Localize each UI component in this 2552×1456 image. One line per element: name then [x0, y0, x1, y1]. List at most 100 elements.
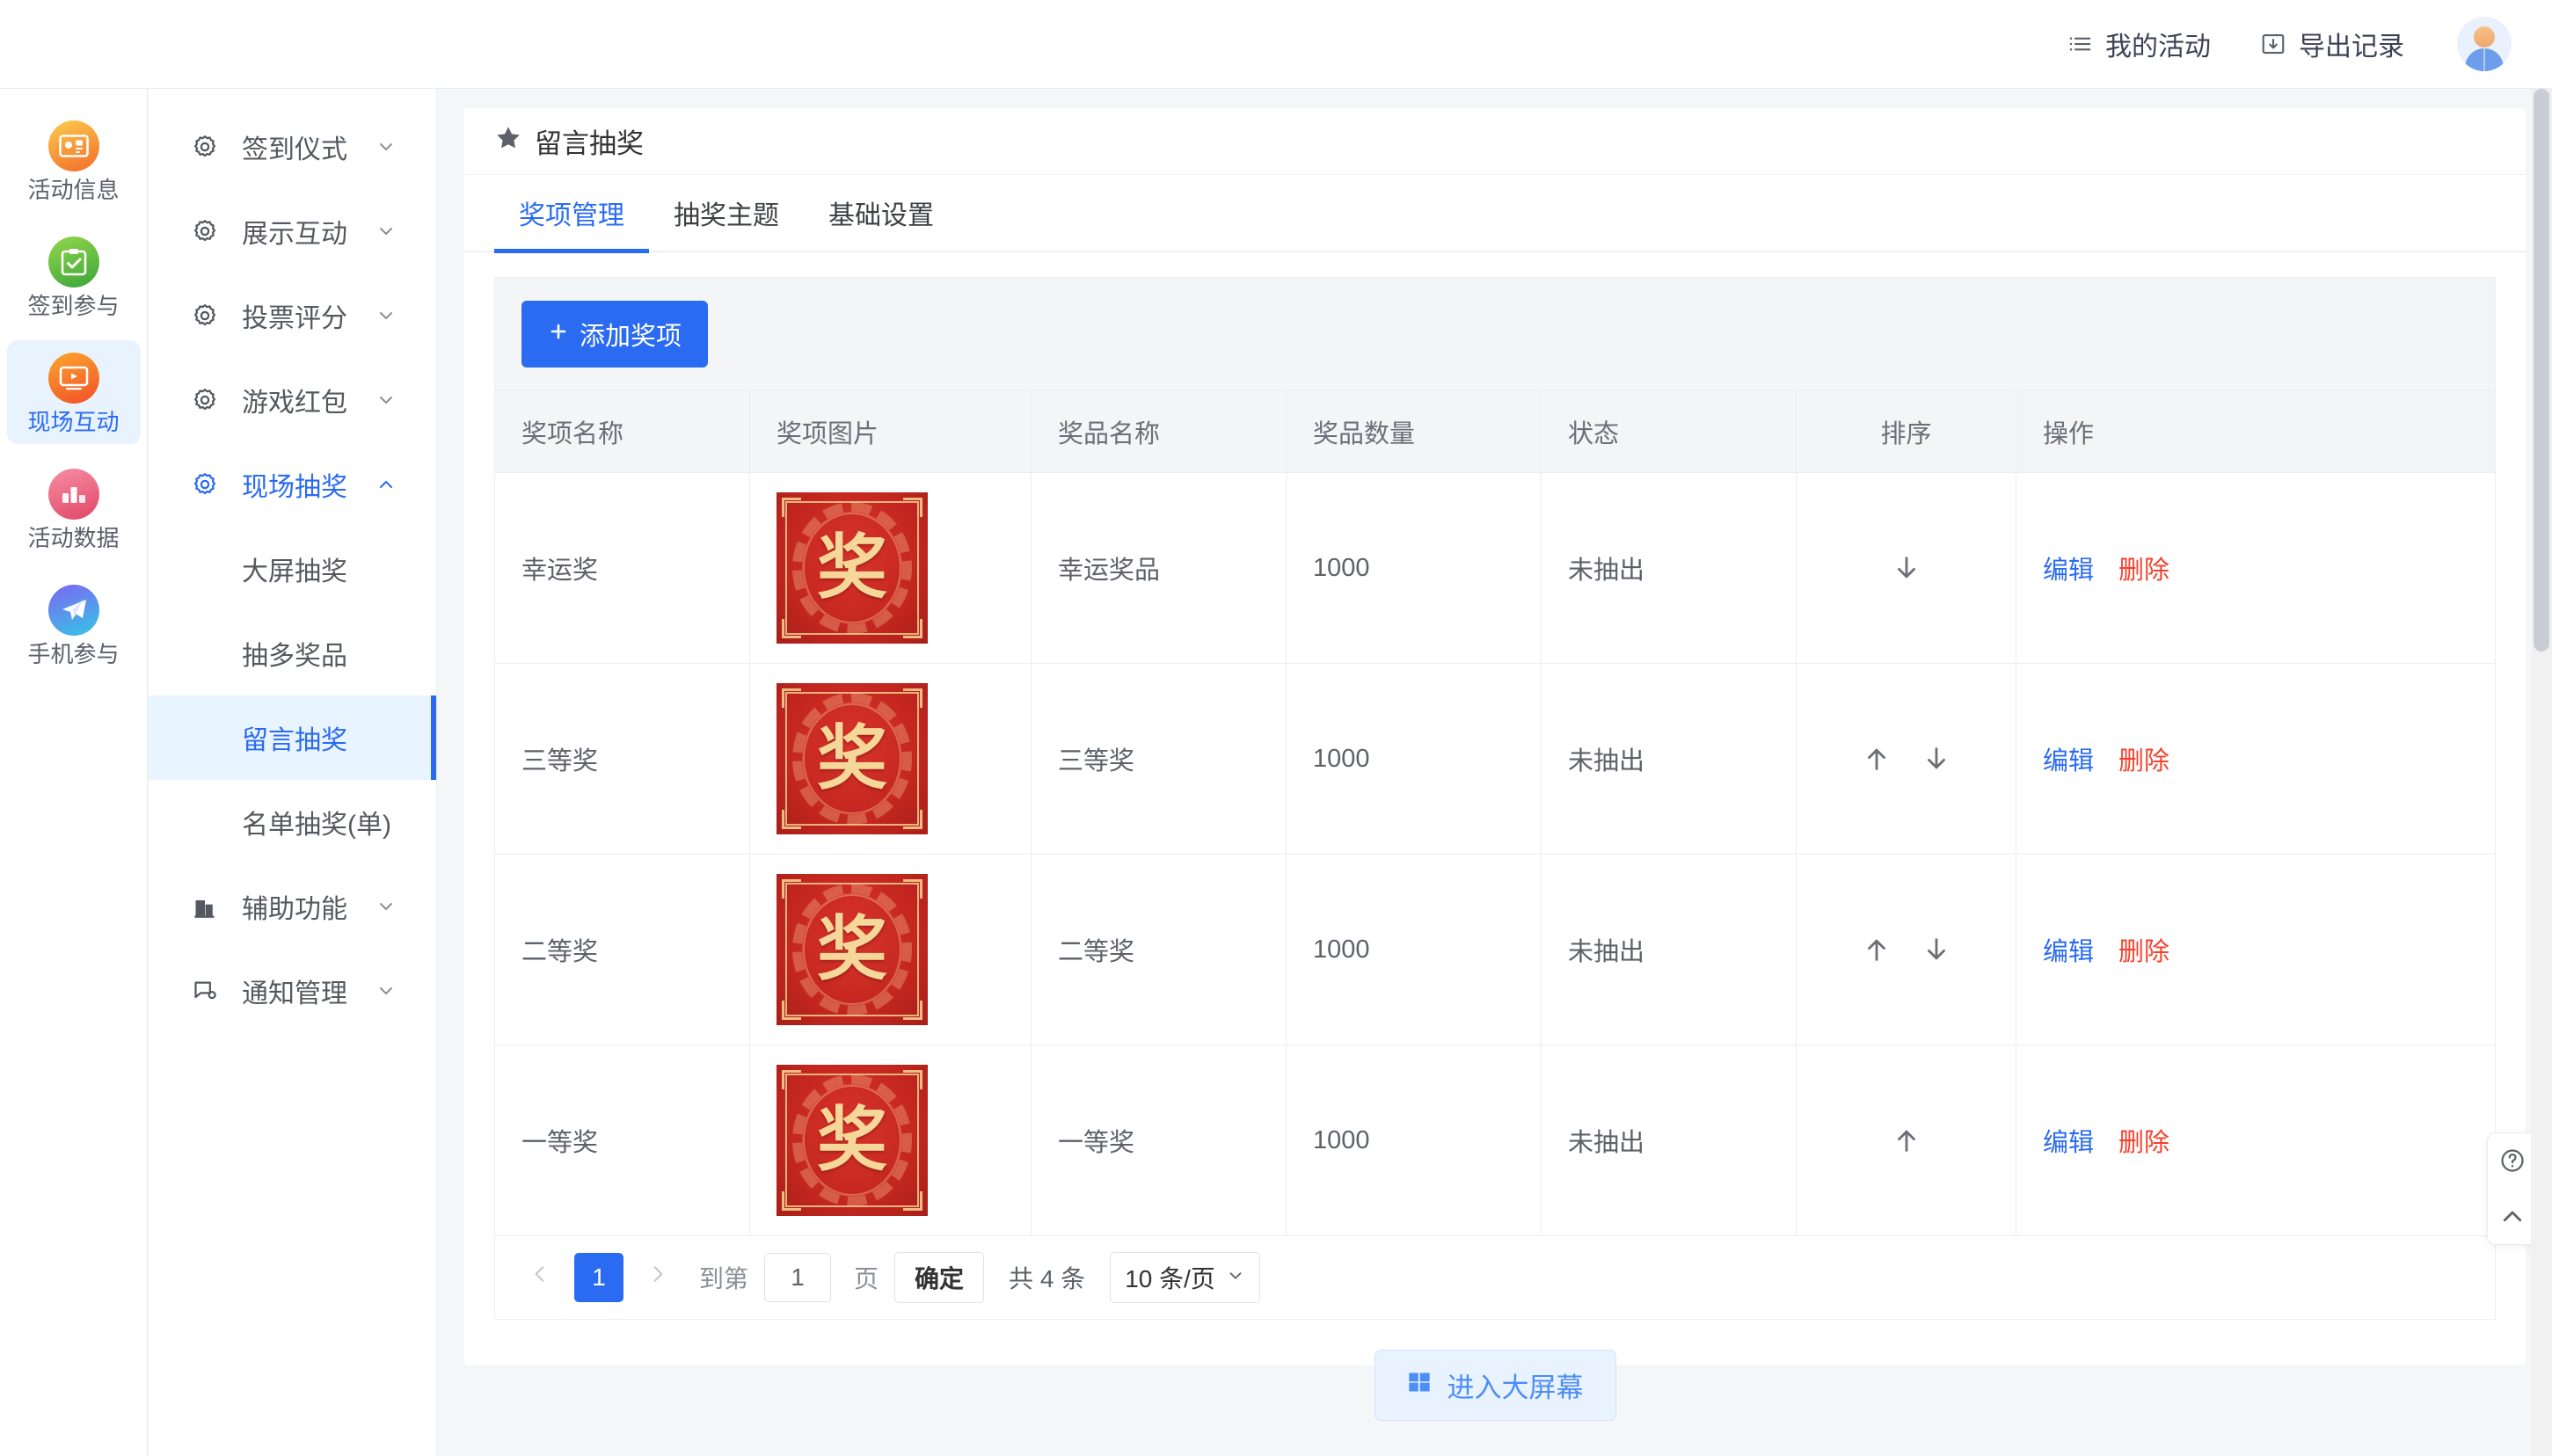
video-play-icon [47, 353, 99, 404]
avatar-head [2474, 26, 2495, 47]
cell-goods-name: 三等奖 [1031, 663, 1287, 855]
sort-up-icon[interactable] [1862, 744, 1892, 774]
export-download-icon [2260, 31, 2286, 57]
menu-group-vote-rating[interactable]: 投票评分 [149, 273, 436, 358]
cell-prize-image: 奖 [749, 854, 1032, 1045]
table-toolbar: 添加奖项 [494, 277, 2496, 390]
cell-prize-image: 奖 [749, 1045, 1032, 1236]
paper-plane-icon [47, 585, 99, 636]
edit-link[interactable]: 编辑 [2043, 1122, 2094, 1159]
menu-group-game-redpacket[interactable]: 游戏红包 [149, 358, 436, 442]
prize-corner [903, 688, 922, 708]
edit-link[interactable]: 编辑 [2043, 550, 2094, 586]
page-size-label: 10 条/页 [1125, 1265, 1215, 1292]
sort-up-icon[interactable] [1862, 935, 1892, 965]
chevron-up-icon [375, 474, 397, 495]
menu-child-namelist-lottery[interactable]: 名单抽奖(单) [149, 780, 436, 864]
sort-up-icon[interactable] [1892, 1125, 1921, 1155]
cell-prize-image: 奖 [749, 663, 1032, 855]
page-size-select[interactable]: 10 条/页 [1110, 1252, 1260, 1303]
rail-item-activity-data[interactable]: 活动数据 [7, 456, 141, 560]
prize-image: 奖 [777, 492, 928, 644]
confirm-page-button[interactable]: 确定 [894, 1252, 985, 1303]
question-circle-icon[interactable] [2499, 1147, 2526, 1174]
page-number-1[interactable]: 1 [574, 1253, 623, 1302]
tab-label: 基础设置 [828, 201, 934, 230]
menu-group-label: 现场抽奖 [242, 473, 347, 502]
avatar-body [2465, 48, 2504, 71]
gear-icon [187, 302, 222, 329]
prize-corner [782, 619, 801, 638]
prize-corner [903, 879, 922, 899]
my-activities-label: 我的活动 [2105, 33, 2211, 62]
menu-group-signin-ceremony[interactable]: 签到仪式 [149, 105, 436, 189]
content-card: 留言抽奖 奖项管理 抽奖主题 基础设置 添加奖项 奖项名称 奖项图片 奖品名称 … [464, 108, 2526, 1365]
add-prize-button[interactable]: 添加奖项 [521, 301, 709, 368]
tab-prize-management[interactable]: 奖项管理 [494, 174, 649, 253]
delete-link[interactable]: 删除 [2118, 550, 2169, 586]
gear-icon [187, 134, 222, 160]
menu-child-multi-prize-lottery[interactable]: 抽多奖品 [149, 611, 436, 695]
gear-icon [187, 218, 222, 244]
table-row: 幸运奖 奖 幸运奖品 1000 未抽出 编辑 删除 [494, 472, 2496, 664]
enter-bigscreen-button[interactable]: 进入大屏幕 [1374, 1350, 1616, 1421]
my-activities-button[interactable]: 我的活动 [2067, 25, 2211, 63]
rail-item-activity-info[interactable]: 活动信息 [7, 108, 141, 212]
scroll-to-top-icon[interactable] [2499, 1204, 2526, 1230]
menu-group-notification-management[interactable]: 通知管理 [149, 949, 436, 1033]
rail-item-label: 活动数据 [27, 525, 120, 551]
message-gear-icon [187, 979, 222, 1003]
cell-goods-qty: 1000 [1286, 472, 1542, 664]
avatar[interactable] [2457, 17, 2512, 71]
menu-group-label: 投票评分 [242, 304, 347, 333]
menu-group-label: 辅助功能 [242, 895, 347, 924]
clipboard-check-icon [47, 237, 99, 288]
rail-item-live-interaction[interactable]: 现场互动 [6, 340, 141, 444]
prize-corner [903, 1001, 922, 1020]
cell-actions: 编辑 删除 [2016, 1045, 2496, 1236]
sort-down-icon[interactable] [1921, 744, 1951, 774]
id-card-icon [47, 120, 99, 171]
prize-corner [903, 1070, 922, 1089]
col-header-goods-qty: 奖品数量 [1286, 390, 1542, 473]
enter-bigscreen-label: 进入大屏幕 [1447, 1372, 1584, 1403]
rail-item-mobile-participation[interactable]: 手机参与 [7, 572, 141, 676]
col-header-prize-image: 奖项图片 [749, 390, 1032, 473]
pagination-bar: 1 到第 页 确定 共 4 条 10 条/页 [494, 1236, 2496, 1320]
tab-bar: 奖项管理 抽奖主题 基础设置 [464, 174, 2526, 253]
goto-page-input[interactable] [764, 1253, 832, 1302]
menu-group-display-interaction[interactable]: 展示互动 [149, 189, 436, 273]
menu-child-bigscreen-lottery[interactable]: 大屏抽奖 [149, 527, 436, 611]
tab-basic-settings[interactable]: 基础设置 [804, 174, 959, 251]
bar-chart-icon [47, 469, 99, 520]
page-scrollbar[interactable] [2531, 89, 2552, 1456]
edit-link[interactable]: 编辑 [2043, 740, 2094, 777]
tab-lottery-theme[interactable]: 抽奖主题 [649, 174, 804, 251]
prize-image: 奖 [777, 874, 928, 1025]
sort-down-icon[interactable] [1921, 935, 1951, 965]
chevron-down-icon [375, 305, 397, 326]
menu-group-auxiliary-features[interactable]: 辅助功能 [149, 864, 436, 949]
scrollbar-thumb[interactable] [2534, 89, 2549, 652]
menu-child-label: 大屏抽奖 [242, 557, 347, 586]
sort-down-icon[interactable] [1892, 553, 1921, 583]
menu-group-label: 展示互动 [242, 220, 347, 249]
prize-glyph: 奖 [817, 717, 887, 799]
table-header-row: 奖项名称 奖项图片 奖品名称 奖品数量 状态 排序 操作 [494, 390, 2496, 473]
add-prize-label: 添加奖项 [580, 323, 682, 351]
prize-corner [903, 498, 922, 517]
cell-goods-name: 一等奖 [1031, 1045, 1287, 1236]
edit-link[interactable]: 编辑 [2043, 931, 2094, 968]
delete-link[interactable]: 删除 [2118, 1122, 2169, 1159]
next-page-icon[interactable] [639, 1261, 676, 1294]
prev-page-icon[interactable] [521, 1261, 558, 1294]
primary-icon-rail: 活动信息 签到参与 现场互动 活动数据 手机参与 [0, 89, 148, 1456]
export-records-button[interactable]: 导出记录 [2260, 25, 2404, 63]
list-icon [2067, 31, 2093, 57]
delete-link[interactable]: 删除 [2118, 740, 2169, 777]
menu-group-live-lottery[interactable]: 现场抽奖 [149, 442, 436, 527]
menu-child-label: 留言抽奖 [242, 726, 347, 755]
rail-item-signin[interactable]: 签到参与 [7, 224, 141, 328]
menu-child-message-lottery[interactable]: 留言抽奖 [149, 695, 436, 780]
delete-link[interactable]: 删除 [2118, 931, 2169, 968]
